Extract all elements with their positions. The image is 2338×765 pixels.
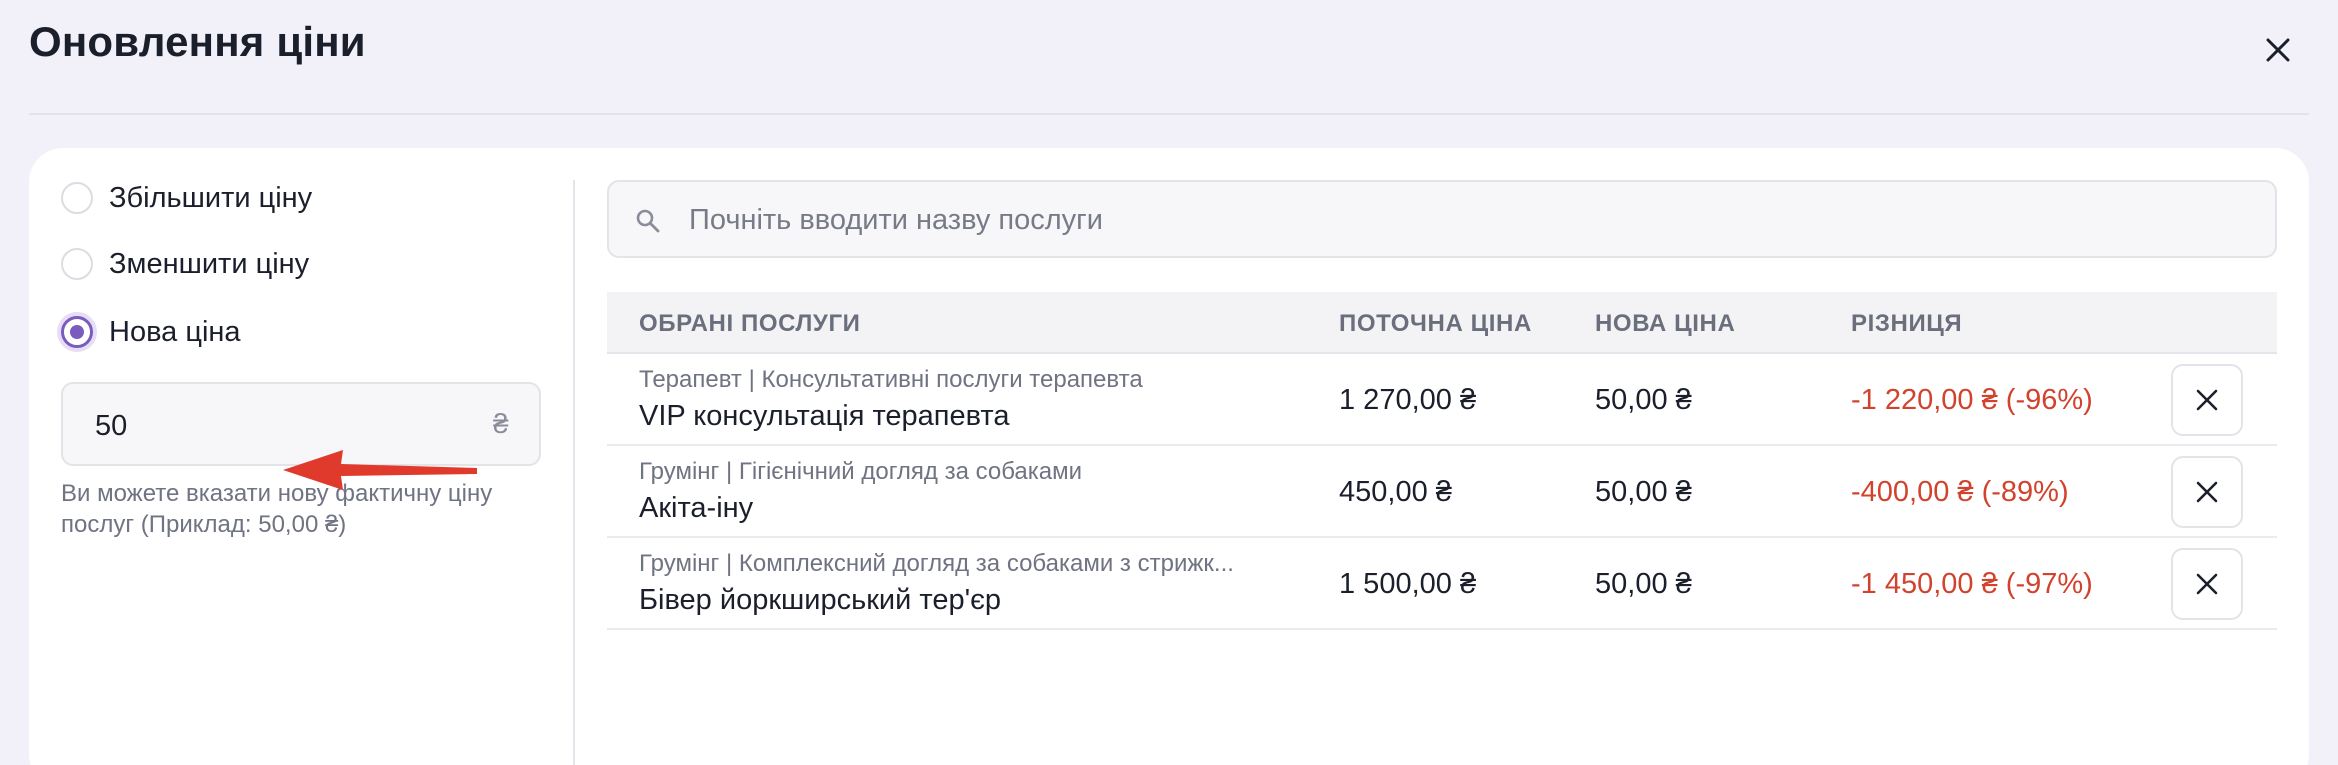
service-search[interactable] (607, 180, 2277, 258)
service-name: VIP консультація терапевта (639, 400, 1010, 432)
remove-icon (2196, 481, 2218, 503)
remove-icon (2196, 573, 2218, 595)
search-icon (636, 209, 660, 233)
remove-service-button[interactable] (2171, 364, 2243, 436)
service-category: Грумінг | Комплексний догляд за собаками… (639, 550, 1234, 577)
modal-title: Оновлення ціни (29, 18, 366, 65)
remove-service-button[interactable] (2171, 548, 2243, 620)
radio-control[interactable] (61, 248, 93, 280)
currency-symbol: ₴ (493, 408, 509, 439)
radio-new-price[interactable]: Нова ціна (61, 312, 241, 352)
new-price: 50,00 ₴ (1595, 384, 1692, 416)
radio-increase-price[interactable]: Збільшити ціну (61, 178, 312, 218)
radio-control[interactable] (61, 182, 93, 214)
service-category: Терапевт | Консультативні послуги терапе… (639, 366, 1143, 393)
service-name: Бівер йоркширський тер'єр (639, 584, 1002, 616)
table-row: Грумінг | Комплексний догляд за собаками… (607, 538, 2277, 630)
table-row: Грумінг | Гігієнічний догляд за собаками… (607, 446, 2277, 538)
header-divider (29, 113, 2309, 115)
radio-label: Зменшити ціну (109, 247, 310, 280)
remove-icon (2196, 389, 2218, 411)
annotation-arrow-icon (283, 450, 477, 490)
column-header-current-price: ПОТОЧНА ЦІНА (1339, 310, 1532, 337)
new-price: 50,00 ₴ (1595, 568, 1692, 600)
radio-label: Збільшити ціну (109, 181, 313, 214)
column-header-service: ОБРАНІ ПОСЛУГИ (639, 310, 861, 337)
panel-divider (573, 180, 575, 765)
table-row: Терапевт | Консультативні послуги терапе… (607, 354, 2277, 446)
price-difference: -400,00 ₴ (-89%) (1851, 476, 2069, 508)
column-header-difference: РІЗНИЦЯ (1851, 310, 1963, 337)
radio-label: Нова ціна (109, 315, 241, 348)
search-input[interactable] (689, 198, 2189, 242)
current-price: 1 270,00 ₴ (1339, 384, 1477, 416)
current-price: 450,00 ₴ (1339, 476, 1452, 508)
new-price-input[interactable] (95, 404, 435, 448)
radio-control-checked[interactable] (61, 316, 93, 348)
close-button[interactable] (2258, 30, 2298, 70)
service-category: Грумінг | Гігієнічний догляд за собаками (639, 458, 1083, 485)
current-price: 1 500,00 ₴ (1339, 568, 1477, 600)
price-difference: -1 220,00 ₴ (-96%) (1851, 384, 2093, 416)
price-difference: -1 450,00 ₴ (-97%) (1851, 568, 2093, 600)
radio-decrease-price[interactable]: Зменшити ціну (61, 244, 309, 284)
remove-service-button[interactable] (2171, 456, 2243, 528)
service-name: Акіта-іну (639, 492, 754, 524)
close-icon (2266, 38, 2290, 62)
new-price: 50,00 ₴ (1595, 476, 1692, 508)
price-mode-panel: Збільшити ціну Зменшити ціну Нова ціна ₴… (29, 148, 574, 765)
column-header-new-price: НОВА ЦІНА (1595, 310, 1736, 337)
table-header: ОБРАНІ ПОСЛУГИ ПОТОЧНА ЦІНА НОВА ЦІНА РІ… (607, 292, 2277, 354)
